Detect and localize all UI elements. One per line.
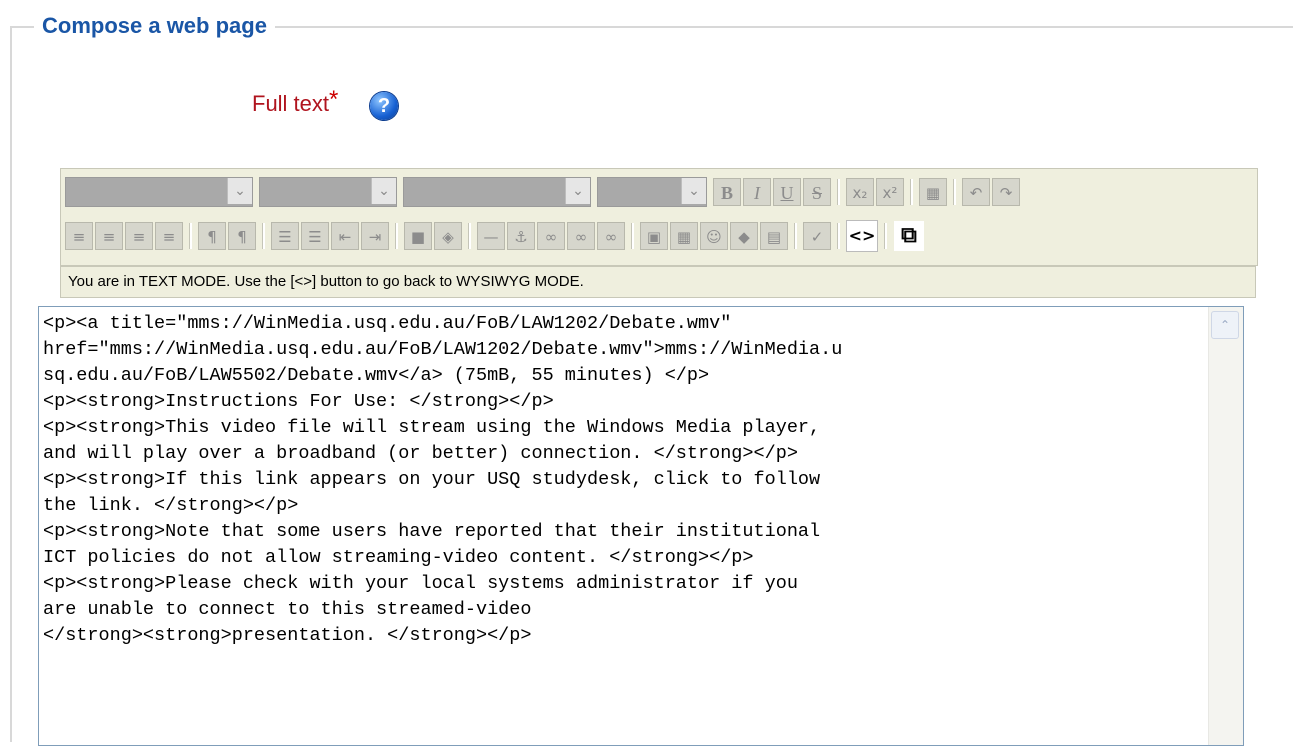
anchor-icon[interactable]: ⚓ bbox=[507, 222, 535, 250]
link-icon[interactable]: ∞ bbox=[537, 222, 565, 250]
unordered-list-icon[interactable]: ☰ bbox=[301, 222, 329, 250]
html-source-textarea[interactable]: <p><a title="mms://WinMedia.usq.edu.au/F… bbox=[39, 307, 1209, 745]
ordered-list-icon[interactable]: ☰ bbox=[271, 222, 299, 250]
ltr-icon[interactable]: ¶ bbox=[198, 222, 226, 250]
underline-button[interactable]: U bbox=[773, 178, 801, 206]
toolbar-separator bbox=[910, 179, 913, 205]
html-editor: <p><a title="mms://WinMedia.usq.edu.au/F… bbox=[38, 306, 1244, 746]
superscript-button[interactable]: x² bbox=[876, 178, 904, 206]
toolbar-row-1: ⌄ ⌄ ⌄ ⌄ B I U S x₂ x² ▦ ↶ ↷ bbox=[65, 175, 1020, 209]
chevron-down-icon: ⌄ bbox=[681, 178, 706, 204]
text-mode-status-bar: You are in TEXT MODE. Use the [<>] butto… bbox=[60, 266, 1256, 298]
full-text-label-text: Full text bbox=[252, 91, 330, 116]
paste-from-word-icon[interactable]: ▦ bbox=[919, 178, 947, 206]
toolbar-row-2: ≡ ≡ ≡ ≡ ¶ ¶ ☰ ☰ ⇤ ⇥ ■ ◈ — ⚓ ∞ ∞ ∞ ▣ ▦ ☺ … bbox=[65, 219, 925, 253]
bold-button[interactable]: B bbox=[713, 178, 741, 206]
toolbar-separator bbox=[953, 179, 956, 205]
unlink-icon[interactable]: ∞ bbox=[567, 222, 595, 250]
background-color-icon[interactable]: ◈ bbox=[434, 222, 462, 250]
redo-button[interactable]: ↷ bbox=[992, 178, 1020, 206]
smiley-icon[interactable]: ☺ bbox=[700, 222, 728, 250]
align-justify-icon[interactable]: ≡ bbox=[155, 222, 183, 250]
toolbar-separator bbox=[189, 223, 192, 249]
toolbar-separator bbox=[395, 223, 398, 249]
required-asterisk: * bbox=[329, 86, 339, 113]
strikethrough-button[interactable]: S bbox=[803, 178, 831, 206]
special-char-icon[interactable]: ◆ bbox=[730, 222, 758, 250]
fieldset-border-left bbox=[10, 26, 12, 742]
text-color-icon[interactable]: ■ bbox=[404, 222, 432, 250]
font-family-select[interactable]: ⌄ bbox=[65, 177, 253, 207]
chevron-down-icon: ⌄ bbox=[565, 178, 590, 204]
insert-table-icon[interactable]: ▦ bbox=[670, 222, 698, 250]
editor-toolbar: ⌄ ⌄ ⌄ ⌄ B I U S x₂ x² ▦ ↶ ↷ ≡ ≡ ≡ ≡ ¶ ¶ … bbox=[60, 168, 1258, 266]
search-replace-icon[interactable]: ▤ bbox=[760, 222, 788, 250]
chevron-down-icon: ⌄ bbox=[227, 178, 252, 204]
toolbar-separator bbox=[837, 179, 840, 205]
indent-icon[interactable]: ⇥ bbox=[361, 222, 389, 250]
spellcheck-icon[interactable]: ✓ bbox=[803, 222, 831, 250]
nolink-icon[interactable]: ∞ bbox=[597, 222, 625, 250]
fullscreen-icon[interactable]: ⧉ bbox=[893, 220, 925, 252]
font-size-select[interactable]: ⌄ bbox=[259, 177, 397, 207]
full-text-label: Full text* bbox=[252, 86, 338, 118]
rtl-icon[interactable]: ¶ bbox=[228, 222, 256, 250]
language-select[interactable]: ⌄ bbox=[597, 177, 707, 207]
fieldset-legend[interactable]: Compose a web page bbox=[34, 13, 275, 39]
horizontal-rule-icon[interactable]: — bbox=[477, 222, 505, 250]
html-mode-toggle-button[interactable]: <> bbox=[846, 220, 878, 252]
toolbar-separator bbox=[631, 223, 634, 249]
toolbar-separator bbox=[884, 223, 887, 249]
undo-button[interactable]: ↶ bbox=[962, 178, 990, 206]
insert-image-icon[interactable]: ▣ bbox=[640, 222, 668, 250]
vertical-scrollbar[interactable]: ⌃ bbox=[1208, 307, 1243, 745]
subscript-button[interactable]: x₂ bbox=[846, 178, 874, 206]
outdent-icon[interactable]: ⇤ bbox=[331, 222, 359, 250]
help-icon[interactable]: ? bbox=[370, 92, 398, 120]
toolbar-separator bbox=[837, 223, 840, 249]
align-left-icon[interactable]: ≡ bbox=[65, 222, 93, 250]
toolbar-separator bbox=[262, 223, 265, 249]
italic-button[interactable]: I bbox=[743, 178, 771, 206]
toolbar-separator bbox=[794, 223, 797, 249]
align-center-icon[interactable]: ≡ bbox=[95, 222, 123, 250]
chevron-down-icon: ⌄ bbox=[371, 178, 396, 204]
scroll-up-icon[interactable]: ⌃ bbox=[1211, 311, 1239, 339]
align-right-icon[interactable]: ≡ bbox=[125, 222, 153, 250]
toolbar-separator bbox=[468, 223, 471, 249]
paragraph-format-select[interactable]: ⌄ bbox=[403, 177, 591, 207]
